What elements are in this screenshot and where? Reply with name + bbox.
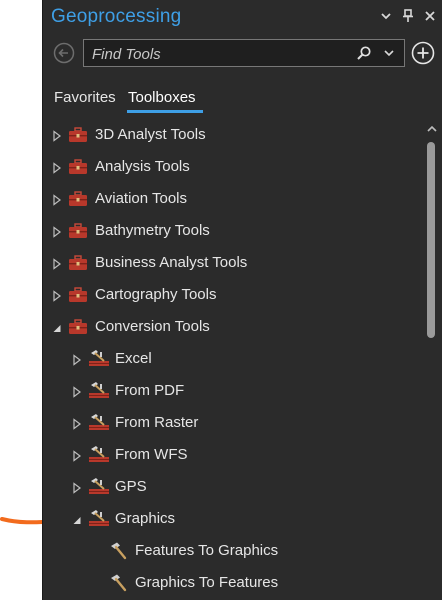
tree-item-from-raster[interactable]: From Raster [43, 408, 421, 440]
toolbox-icon [68, 253, 88, 273]
expanded-arrow-icon[interactable] [72, 513, 82, 525]
back-button[interactable] [53, 42, 75, 64]
toolset-icon [88, 477, 109, 497]
tree-item-bathymetry-tools[interactable]: Bathymetry Tools [43, 216, 421, 248]
toolset-icon [88, 445, 109, 465]
tree-item-excel[interactable]: Excel [43, 344, 421, 376]
toolbox-icon [68, 125, 88, 145]
tree-item-label: Graphics [115, 510, 176, 527]
search-row [43, 38, 442, 70]
tree-item-gps[interactable]: GPS [43, 472, 421, 504]
pane-title-controls [379, 8, 437, 24]
tree-item-label: Excel [115, 350, 152, 367]
search-icon[interactable] [356, 45, 372, 61]
toolbox-icon [68, 189, 88, 209]
tree-item-3d-analyst-tools[interactable]: 3D Analyst Tools [43, 120, 421, 152]
collapsed-arrow-icon[interactable] [72, 385, 82, 398]
tree-item-label: Business Analyst Tools [95, 254, 248, 271]
tree-item-from-wfs[interactable]: From WFS [43, 440, 421, 472]
tree-item-analysis-tools[interactable]: Analysis Tools [43, 152, 421, 184]
tree-item-label: Bathymetry Tools [95, 222, 210, 239]
tree-item-label: 3D Analyst Tools [95, 126, 206, 143]
pane-title-bar: Geoprocessing [43, 0, 442, 36]
toolset-icon [88, 413, 109, 433]
collapsed-arrow-icon[interactable] [52, 225, 62, 238]
tree-item-from-pdf[interactable]: From PDF [43, 376, 421, 408]
toolbox-tree: 3D Analyst Tools Analysis Tools Aviation T… [43, 120, 421, 600]
collapsed-arrow-icon[interactable] [72, 353, 82, 366]
pane-title: Geoprocessing [51, 6, 182, 27]
tree-item-business-analyst-tools[interactable]: Business Analyst Tools [43, 248, 421, 280]
tab-favorites[interactable]: Favorites [54, 89, 116, 106]
tree-item-label: Cartography Tools [95, 286, 217, 303]
back-arrow-icon [53, 42, 75, 64]
geoprocessing-pane: Geoprocessing Find Tools Favorites Toolb… [42, 0, 442, 600]
plus-circle-icon [411, 41, 435, 65]
tree-item-label: Conversion Tools [95, 318, 210, 335]
pane-tabs: Favorites Toolboxes [43, 86, 442, 116]
tab-toolboxes[interactable]: Toolboxes [128, 89, 196, 106]
tool-hammer-icon [108, 541, 128, 561]
tree-item-label: From WFS [115, 446, 188, 463]
toolbox-icon [68, 285, 88, 305]
toolbox-icon [68, 221, 88, 241]
expanded-arrow-icon[interactable] [52, 321, 62, 333]
collapsed-arrow-icon[interactable] [72, 481, 82, 494]
toolset-icon [88, 509, 109, 529]
scrollbar-thumb[interactable] [427, 142, 435, 338]
search-options-chevron-icon[interactable] [382, 46, 396, 60]
toolbox-icon [68, 157, 88, 177]
tree-item-label: From Raster [115, 414, 199, 431]
toolset-icon [88, 349, 109, 369]
tree-item-label: Graphics To Features [135, 574, 279, 591]
scroll-up-arrow-icon[interactable] [426, 124, 438, 134]
collapsed-arrow-icon[interactable] [52, 129, 62, 142]
tree-item-conversion-tools[interactable]: Conversion Tools [43, 312, 421, 344]
tree-item-label: Aviation Tools [95, 190, 188, 207]
active-tab-indicator [127, 110, 203, 113]
tool-hammer-icon [108, 573, 128, 593]
search-input[interactable] [84, 40, 354, 68]
close-icon[interactable] [423, 8, 437, 24]
add-button[interactable] [411, 41, 435, 65]
collapsed-arrow-icon[interactable] [52, 289, 62, 302]
tree-item-features-to-graphics[interactable]: Features To Graphics [43, 536, 421, 568]
find-tools-box [83, 39, 405, 68]
pin-icon[interactable] [401, 8, 415, 24]
collapsed-arrow-icon[interactable] [52, 161, 62, 174]
tree-item-graphics[interactable]: Graphics [43, 504, 421, 536]
toolset-icon [88, 381, 109, 401]
tree-item-graphics-to-features[interactable]: Graphics To Features [43, 568, 421, 600]
tree-item-label: Features To Graphics [135, 542, 279, 559]
chevron-down-icon[interactable] [379, 8, 393, 24]
collapsed-arrow-icon[interactable] [72, 417, 82, 430]
collapsed-arrow-icon[interactable] [72, 449, 82, 462]
toolbox-icon [68, 317, 88, 337]
collapsed-arrow-icon[interactable] [52, 193, 62, 206]
tree-item-cartography-tools[interactable]: Cartography Tools [43, 280, 421, 312]
collapsed-arrow-icon[interactable] [52, 257, 62, 270]
tree-item-label: GPS [115, 478, 147, 495]
tree-item-label: Analysis Tools [95, 158, 190, 175]
screenshot-canvas: Geoprocessing Find Tools Favorites Toolb… [0, 0, 442, 600]
tree-item-label: From PDF [115, 382, 185, 399]
tree-item-aviation-tools[interactable]: Aviation Tools [43, 184, 421, 216]
